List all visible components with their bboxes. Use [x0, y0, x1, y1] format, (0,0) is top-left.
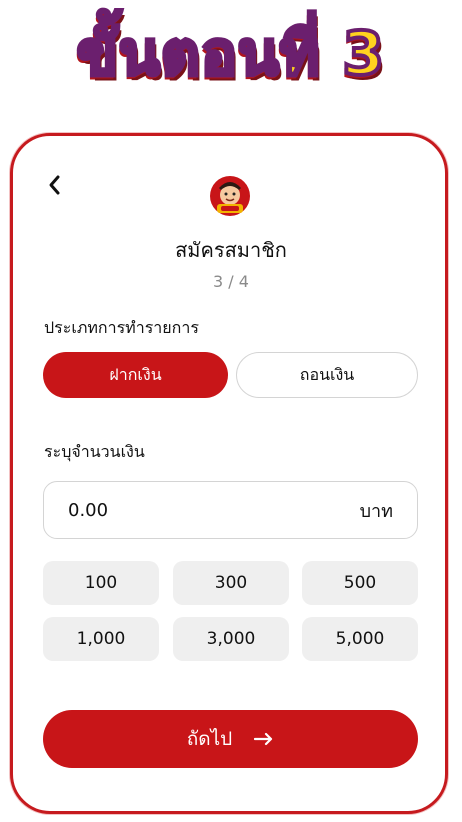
deposit-tab[interactable]: ฝากเงิน — [43, 352, 228, 398]
amount-unit: บาท — [359, 500, 393, 522]
amount-value: 0.00 — [68, 499, 109, 521]
withdraw-tab-label: ถอนเงิน — [299, 364, 355, 384]
back-button[interactable] — [40, 170, 70, 200]
quick-amount-300[interactable]: 300 — [173, 561, 289, 605]
arrow-right-icon — [254, 732, 273, 746]
next-button-label: ถัดไป — [186, 728, 233, 750]
amount-input[interactable]: 0.00 บาท — [43, 481, 418, 539]
screen-title: สมัครสมาชิก — [175, 238, 287, 262]
mascot-avatar-icon — [210, 176, 250, 216]
quick-amount-5000[interactable]: 5,000 — [302, 617, 418, 661]
chevron-left-icon — [49, 175, 60, 195]
withdraw-tab[interactable]: ถอนเงิน — [236, 352, 418, 398]
amount-label: ระบุจำนวนเงิน — [44, 442, 145, 461]
transaction-type-label: ประเภทการทำรายการ — [44, 318, 199, 337]
quick-amount-3000[interactable]: 3,000 — [173, 617, 289, 661]
deposit-tab-label: ฝากเงิน — [109, 364, 162, 384]
step-counter: 3 / 4 — [213, 272, 249, 291]
quick-amount-500[interactable]: 500 — [302, 561, 418, 605]
next-button[interactable]: ถัดไป — [43, 710, 418, 768]
step-title: ขั้นตอนที่ 3 — [75, 17, 386, 91]
quick-amount-1000[interactable]: 1,000 — [43, 617, 159, 661]
quick-amount-100[interactable]: 100 — [43, 561, 159, 605]
